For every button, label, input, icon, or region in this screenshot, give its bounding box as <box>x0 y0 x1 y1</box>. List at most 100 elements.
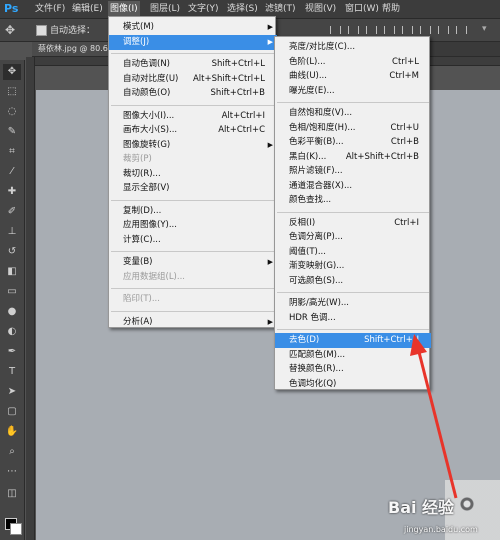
align-icon[interactable] <box>420 26 431 34</box>
menu-item[interactable]: 色调均化(Q) <box>275 377 431 392</box>
menu-item[interactable]: 黑白(K)... Alt+Shift+Ctrl+B <box>275 150 431 165</box>
eraser-tool-icon[interactable]: ◧ <box>3 264 21 280</box>
menu-item[interactable]: 颜色查找... <box>275 193 431 208</box>
menu-item[interactable]: 渐变映射(G)... <box>275 259 431 274</box>
menu-item-shortcut: Shift+Ctrl+B <box>210 88 265 98</box>
menu-item[interactable]: 匹配颜色(M)... <box>275 348 431 363</box>
hand-tool-icon[interactable]: ✋ <box>3 424 21 440</box>
menubar-item[interactable]: 滤镜(T) <box>263 1 298 17</box>
menu-item[interactable]: 通道混合器(X)... <box>275 179 431 194</box>
move-tool-icon[interactable]: ✥ <box>5 23 19 37</box>
more-tools-icon[interactable]: ⋯ <box>3 464 21 480</box>
stamp-tool-icon[interactable]: ⊥ <box>3 224 21 240</box>
menu-item[interactable]: 色相/饱和度(H)... Ctrl+U <box>275 121 431 136</box>
menu-item[interactable]: 调整(J) ▶ <box>109 34 277 50</box>
menu-item[interactable]: HDR 色调... <box>275 311 431 326</box>
menu-item[interactable]: 自动对比度(U) Alt+Shift+Ctrl+L <box>109 72 277 87</box>
lasso-tool-icon[interactable]: ◌ <box>3 104 21 120</box>
menu-item-label: 可选颜色(S)... <box>289 275 344 286</box>
brush-tool-icon[interactable]: ✐ <box>3 204 21 220</box>
menu-item[interactable]: 色阶(L)... Ctrl+L <box>275 55 431 70</box>
menu-item[interactable]: 显示全部(V) <box>109 181 277 196</box>
menu-item[interactable]: 去色(D) Shift+Ctrl+U <box>275 333 431 348</box>
menu-item-label: 自动颜色(O) <box>123 88 171 98</box>
menu-item[interactable]: 分析(A) ▶ <box>109 315 277 330</box>
menu-item[interactable]: 自动颜色(O) Shift+Ctrl+B <box>109 86 277 101</box>
align-icon[interactable] <box>456 26 467 34</box>
menu-item[interactable]: 图像旋转(G) ▶ <box>109 138 277 153</box>
menubar-item[interactable]: 窗口(W) <box>343 1 381 17</box>
toolbox: ✥ ⬚ ◌ ✎ ⌗ ⁄ ✚ ✐ ⊥ ↺ ◧ ▭ ● ◐ ✒ T ➤ ▢ ✋ ⌕ … <box>0 60 25 540</box>
zoom-tool-icon[interactable]: ⌕ <box>3 444 21 460</box>
menu-item-label: 匹配颜色(M)... <box>289 349 346 360</box>
menu-item[interactable]: 模式(M) ▶ <box>109 20 277 35</box>
healing-brush-icon[interactable]: ✚ <box>3 184 21 200</box>
menu-item[interactable]: 画布大小(S)... Alt+Ctrl+C <box>109 123 277 138</box>
crop-tool-icon[interactable]: ⌗ <box>3 144 21 160</box>
menu-item-label: 阈值(T)... <box>289 246 326 257</box>
menu-item[interactable]: 应用图像(Y)... <box>109 218 277 233</box>
align-icon[interactable] <box>330 26 341 34</box>
eyedropper-tool-icon[interactable]: ⁄ <box>3 164 21 180</box>
menu-separator <box>111 53 275 54</box>
menu-item[interactable]: 自然饱和度(V)... <box>275 106 431 121</box>
background-color-swatch[interactable] <box>10 523 22 535</box>
menubar-item[interactable]: 图层(L) <box>148 1 182 17</box>
auto-select-checkbox[interactable] <box>36 25 47 36</box>
quick-mask-icon[interactable]: ◫ <box>3 486 21 502</box>
history-brush-icon[interactable]: ↺ <box>3 244 21 260</box>
menu-item[interactable]: 裁切(R)... <box>109 167 277 182</box>
menu-item[interactable]: 曲线(U)... Ctrl+M <box>275 69 431 84</box>
menu-item[interactable]: 自动色调(N) Shift+Ctrl+L <box>109 57 277 72</box>
align-icon[interactable] <box>438 26 449 34</box>
menu-item[interactable]: 亮度/对比度(C)... <box>275 40 431 55</box>
blur-tool-icon[interactable]: ● <box>3 304 21 320</box>
menu-item[interactable]: 色调分离(P)... <box>275 230 431 245</box>
type-tool-icon[interactable]: T <box>3 364 21 380</box>
menubar-item[interactable]: 选择(S) <box>225 1 260 17</box>
menu-item-shortcut: Alt+Ctrl+I <box>221 110 265 121</box>
quick-select-tool-icon[interactable]: ✎ <box>3 124 21 140</box>
gradient-tool-icon[interactable]: ▭ <box>3 284 21 300</box>
menu-item[interactable]: 计算(C)... <box>109 233 277 248</box>
menu-separator <box>277 292 429 293</box>
menubar-item[interactable]: 帮助 <box>380 1 402 17</box>
align-icon[interactable] <box>366 26 377 34</box>
menu-item-label: 画布大小(S)... <box>123 125 178 135</box>
menubar-item[interactable]: 视图(V) <box>303 1 338 17</box>
document-tab[interactable]: 蔡依林.jpg @ 80.6 <box>32 42 114 56</box>
menu-item-label: 裁剪(P) <box>123 154 152 164</box>
menu-item[interactable]: 可选颜色(S)... <box>275 274 431 289</box>
menu-item[interactable]: 反相(I) Ctrl+I <box>275 216 431 231</box>
align-icon[interactable] <box>348 26 359 34</box>
menu-separator <box>111 251 275 252</box>
menubar-item[interactable]: 图像(I) <box>108 1 140 17</box>
marquee-tool-icon[interactable]: ⬚ <box>3 84 21 100</box>
menu-item[interactable]: 图像大小(I)... Alt+Ctrl+I <box>109 109 277 124</box>
move-tool-icon[interactable]: ✥ <box>3 64 21 80</box>
menu-item[interactable]: 复制(D)... <box>109 204 277 219</box>
menu-item-label: 去色(D) <box>289 335 320 345</box>
menu-item-label: 显示全部(V) <box>123 183 170 193</box>
menubar-item[interactable]: 文件(F) <box>33 1 67 17</box>
path-select-icon[interactable]: ➤ <box>3 384 21 400</box>
menu-item-label: 应用图像(Y)... <box>123 220 177 230</box>
menu-item[interactable]: 变量(B) ▶ <box>109 255 277 270</box>
align-icon[interactable] <box>384 26 395 34</box>
menu-item[interactable]: 阈值(T)... <box>275 245 431 260</box>
menu-item[interactable]: 曝光度(E)... <box>275 84 431 99</box>
shape-tool-icon[interactable]: ▢ <box>3 404 21 420</box>
pen-tool-icon[interactable]: ✒ <box>3 344 21 360</box>
submenu-arrow-icon: ▶ <box>267 37 273 46</box>
menubar-item[interactable]: 编辑(E) <box>70 1 105 17</box>
align-icon[interactable] <box>402 26 413 34</box>
menu-item[interactable]: 色彩平衡(B)... Ctrl+B <box>275 135 431 150</box>
menu-item[interactable]: 阴影/高光(W)... <box>275 296 431 311</box>
chevron-down-icon[interactable]: ▾ <box>482 24 487 34</box>
menubar-item[interactable]: 文字(Y) <box>186 1 221 17</box>
menu-item[interactable]: 照片滤镜(F)... <box>275 164 431 179</box>
menu-item[interactable]: 替换颜色(R)... <box>275 362 431 377</box>
menu-item-label: 色调均化(Q) <box>289 378 337 389</box>
menu-item-label: 陷印(T)... <box>123 294 160 304</box>
dodge-tool-icon[interactable]: ◐ <box>3 324 21 340</box>
